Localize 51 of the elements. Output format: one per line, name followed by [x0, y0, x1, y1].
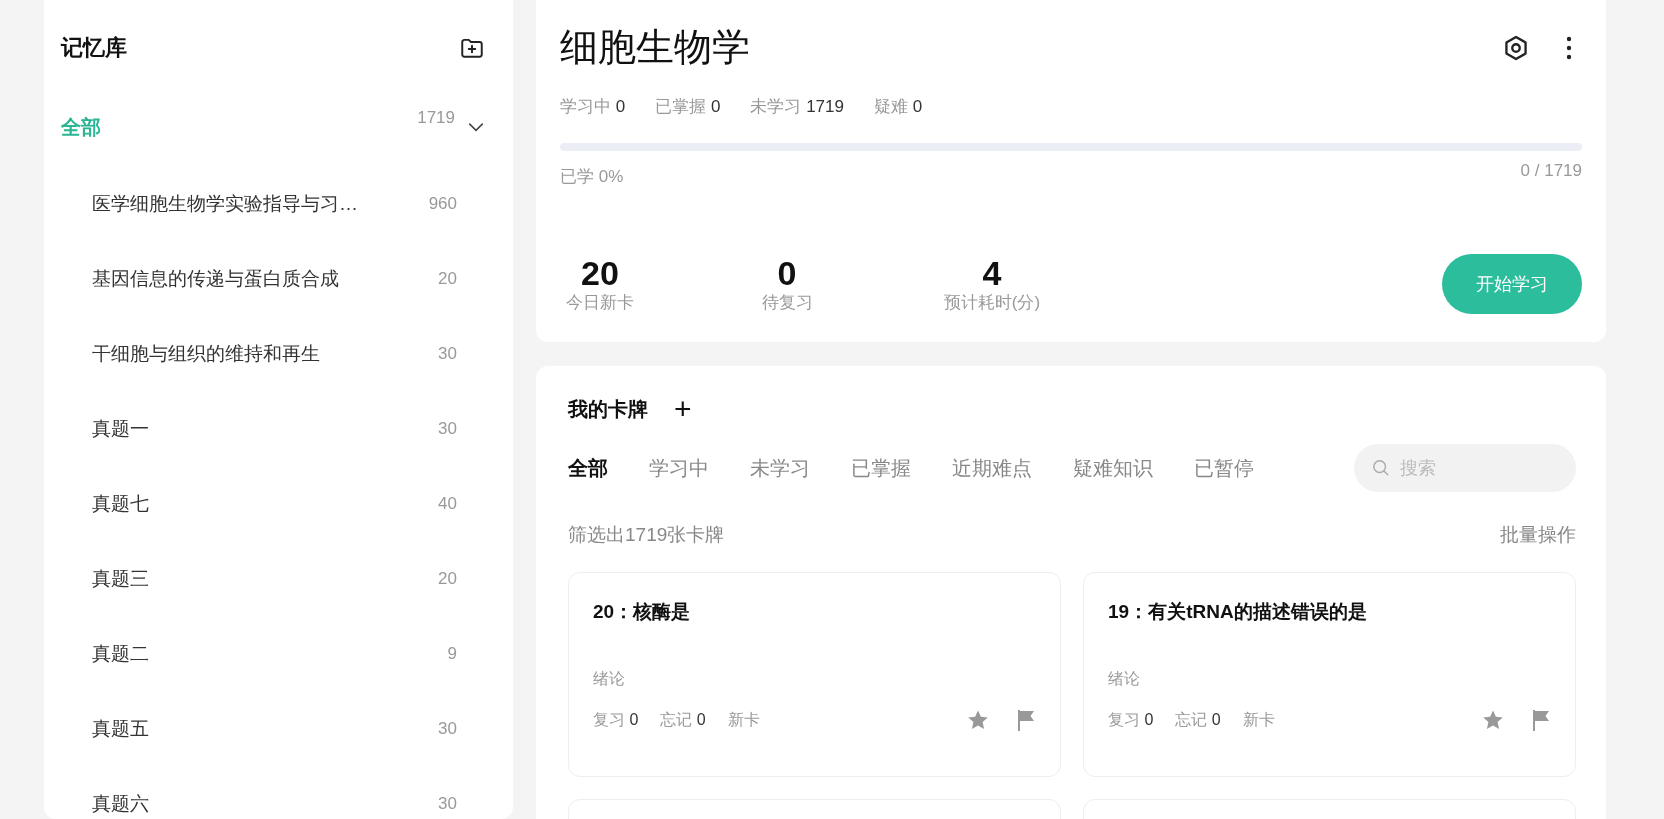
progress-label: 已学 0% — [560, 166, 624, 188]
card-status: 新卡 — [727, 709, 760, 730]
stat-text: 已掌握 0 — [655, 96, 721, 118]
filter-tab[interactable]: 学习中 — [649, 454, 709, 482]
bulk-action-button[interactable]: 批量操作 — [1500, 522, 1576, 548]
stat-text: 疑难 0 — [873, 96, 923, 118]
flag-icon[interactable] — [1531, 708, 1551, 732]
flashcard[interactable]: 19：有关tRNA的描述错误的是 绪论 复习 0 忘记 0 新卡 — [1083, 572, 1576, 777]
metric-value: 4 — [982, 254, 1002, 291]
forget-count: 忘记 0 — [660, 709, 706, 730]
tree-item[interactable]: 真题五 30 — [61, 691, 485, 766]
progress-count: 0 / 1719 — [1520, 161, 1582, 182]
tree-item[interactable]: 真题一 30 — [61, 391, 485, 466]
tree-item[interactable]: 真题六 30 — [61, 766, 485, 819]
review-count: 复习 0 — [1108, 709, 1154, 730]
metric-label: 待复习 — [761, 291, 813, 314]
filter-tab[interactable]: 全部 — [568, 454, 608, 482]
tree-item[interactable]: 真题二 9 — [61, 616, 485, 691]
filter-summary: 筛选出1719张卡牌 — [568, 523, 725, 547]
sidebar-title: 记忆库 — [61, 34, 127, 62]
metric-label: 预计耗时(分) — [943, 291, 1041, 314]
settings-icon[interactable] — [1502, 33, 1530, 62]
filter-tab[interactable]: 疑难知识 — [1073, 454, 1153, 482]
filter-tab[interactable]: 已暂停 — [1194, 454, 1254, 482]
tree-item[interactable]: 干细胞与组织的维持和再生 30 — [61, 316, 485, 391]
review-count: 复习 0 — [593, 709, 639, 730]
flag-icon[interactable] — [1016, 708, 1036, 732]
tree-item[interactable]: 医学细胞生物学实验指导与习… 960 — [61, 166, 485, 241]
filter-tab[interactable]: 已掌握 — [851, 454, 911, 482]
deck-title: 细胞生物学 — [560, 25, 750, 70]
card-status: 新卡 — [1242, 709, 1275, 730]
card-title: 20：核酶是 — [593, 600, 692, 624]
add-card-button[interactable]: + — [674, 394, 692, 424]
filter-tab[interactable]: 近期难点 — [952, 454, 1032, 482]
section-title: 我的卡牌 — [568, 396, 648, 422]
card-chapter: 绪论 — [1108, 669, 1141, 689]
metric-value: 0 — [777, 254, 797, 291]
stat-text: 未学习 1719 — [750, 96, 844, 118]
forget-count: 忘记 0 — [1175, 709, 1221, 730]
metric-label: 今日新卡 — [566, 291, 634, 314]
flashcard[interactable]: 20：核酶是 绪论 复习 0 忘记 0 新卡 — [568, 572, 1061, 777]
card-chapter: 绪论 — [593, 669, 626, 689]
metric-value: 20 — [581, 254, 619, 291]
tree-item[interactable]: 真题三 20 — [61, 541, 485, 616]
search-icon[interactable] — [1372, 459, 1390, 477]
filter-tab[interactable]: 未学习 — [750, 454, 810, 482]
tree-item[interactable]: 真题七 40 — [61, 466, 485, 541]
tree-item[interactable]: 基因信息的传递与蛋白质合成 20 — [61, 241, 485, 316]
stat-text: 学习中 0 — [560, 96, 626, 118]
more-options-icon[interactable] — [1566, 35, 1572, 60]
card-title: 19：有关tRNA的描述错误的是 — [1108, 600, 1368, 624]
